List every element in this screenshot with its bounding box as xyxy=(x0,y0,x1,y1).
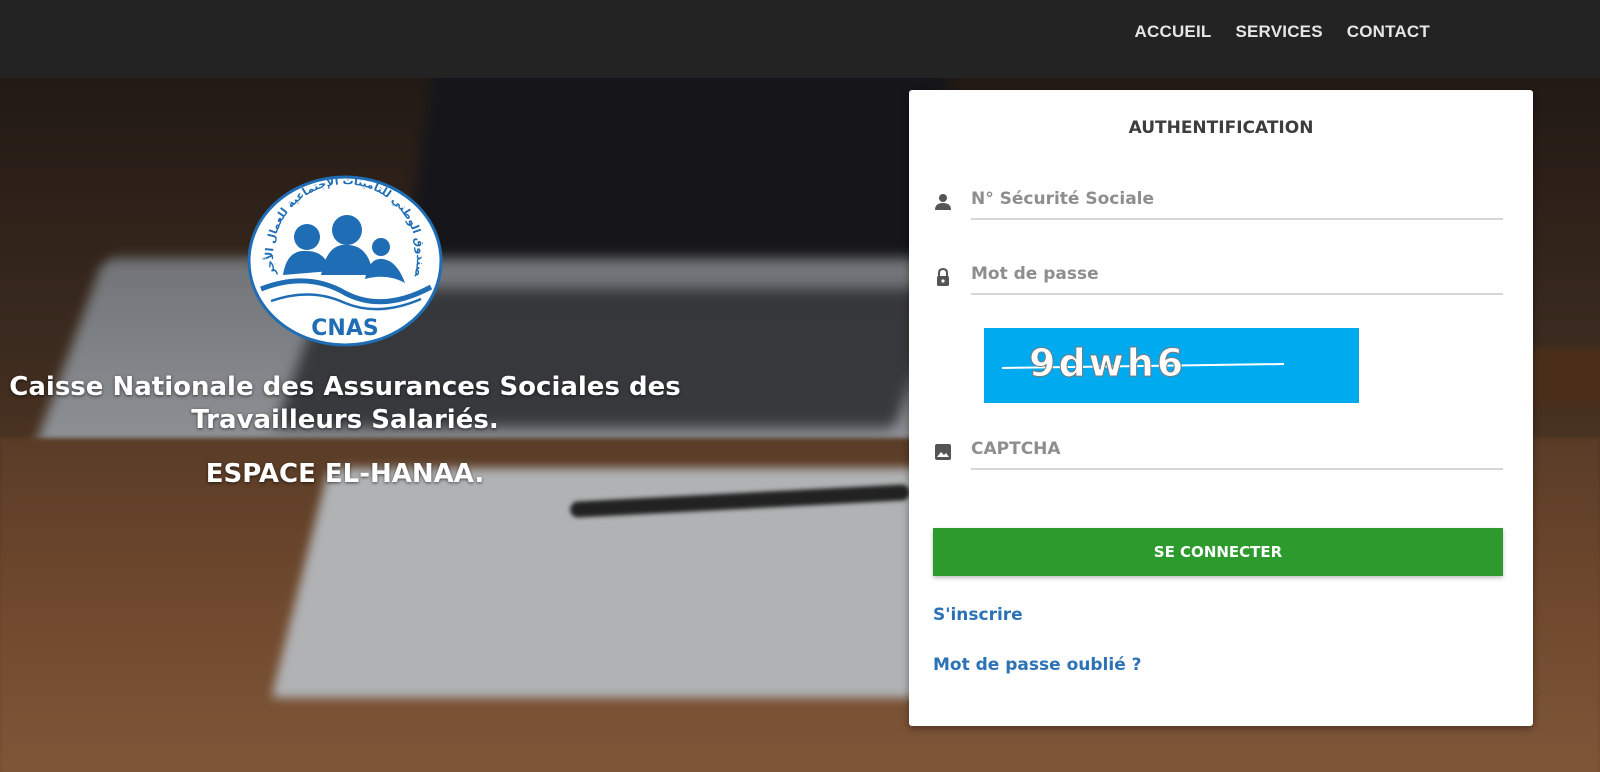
captcha-text: 9dwh6 xyxy=(1029,341,1186,385)
captcha-field-row xyxy=(933,430,1503,472)
person-icon xyxy=(935,194,951,210)
nav-link-accueil[interactable]: ACCUEIL xyxy=(1135,22,1212,42)
ssn-field-row xyxy=(933,180,1503,222)
org-name-line1: Caisse Nationale des Assurances Sociales… xyxy=(9,372,681,402)
captcha-image: 9dwh6 xyxy=(984,328,1359,403)
logo-cnas-text: CNAS xyxy=(311,316,378,341)
nav-link-contact[interactable]: CONTACT xyxy=(1347,22,1430,42)
top-navbar: ACCUEIL SERVICES CONTACT xyxy=(0,0,1600,78)
login-card: AUTHENTIFICATION 9dwh6 SE CONNECTER S'in… xyxy=(909,90,1533,726)
password-field-row xyxy=(933,255,1503,297)
org-name-line2: Travailleurs Salariés. xyxy=(191,405,499,435)
login-button[interactable]: SE CONNECTER xyxy=(933,528,1503,576)
brand-section: الصندوق الوطني للتأمينات الإجتماعية للعم… xyxy=(0,175,690,489)
ssn-input[interactable] xyxy=(971,180,1503,220)
image-icon xyxy=(935,444,951,460)
cnas-logo: الصندوق الوطني للتأمينات الإجتماعية للعم… xyxy=(247,175,443,347)
login-title: AUTHENTIFICATION xyxy=(1128,118,1314,138)
forgot-password-link[interactable]: Mot de passe oublié ? xyxy=(933,655,1142,675)
register-link[interactable]: S'inscrire xyxy=(933,605,1023,625)
space-name: ESPACE EL-HANAA. xyxy=(205,459,485,489)
captcha-input[interactable] xyxy=(971,430,1503,470)
nav-menu: ACCUEIL SERVICES CONTACT xyxy=(1135,22,1430,42)
organization-name: Caisse Nationale des Assurances Sociales… xyxy=(0,371,690,437)
password-input[interactable] xyxy=(971,255,1503,295)
lock-icon xyxy=(937,267,949,286)
nav-link-services[interactable]: SERVICES xyxy=(1235,22,1322,42)
